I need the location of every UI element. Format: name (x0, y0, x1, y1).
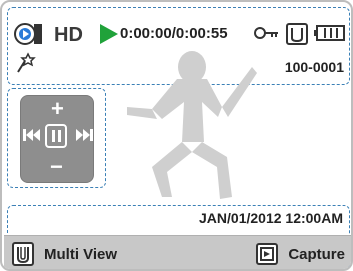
scene-effect-icon (17, 52, 36, 73)
capture-label: Capture (288, 245, 345, 263)
volume-up-button[interactable]: + (51, 98, 64, 120)
capture-button[interactable]: Capture (256, 236, 345, 269)
play-status-icon (100, 24, 118, 44)
timecode: 0:00:00/0:00:55 (120, 25, 228, 42)
multiview-indicator-icon (286, 23, 308, 45)
multi-view-label: Multi View (44, 245, 118, 263)
quality-label: HD (54, 24, 83, 46)
bottom-button-bar: Multi View Capture (4, 235, 351, 269)
battery-icon (314, 25, 345, 41)
file-number: 100-0001 (284, 59, 344, 75)
pause-icon[interactable] (45, 124, 67, 148)
movie-playback-icon (14, 23, 42, 45)
multiview-icon (12, 242, 34, 266)
fast-forward-icon[interactable] (75, 128, 93, 142)
volume-down-button[interactable]: − (50, 156, 63, 178)
multi-view-button[interactable]: Multi View (12, 236, 118, 269)
playback-control-panel[interactable]: + − (20, 95, 94, 183)
rewind-icon[interactable] (23, 128, 41, 142)
camcorder-screen: HD 0:00:00/0:00:55 100-0001 + − JAN/01/2… (0, 0, 353, 271)
status-row: HD 0:00:00/0:00:55 (14, 21, 345, 47)
capture-icon (256, 243, 279, 265)
info-row: 100-0001 (14, 52, 344, 76)
date-time-stamp: JAN/01/2012 12:00AM (199, 210, 343, 226)
key-lock-icon (254, 27, 278, 39)
